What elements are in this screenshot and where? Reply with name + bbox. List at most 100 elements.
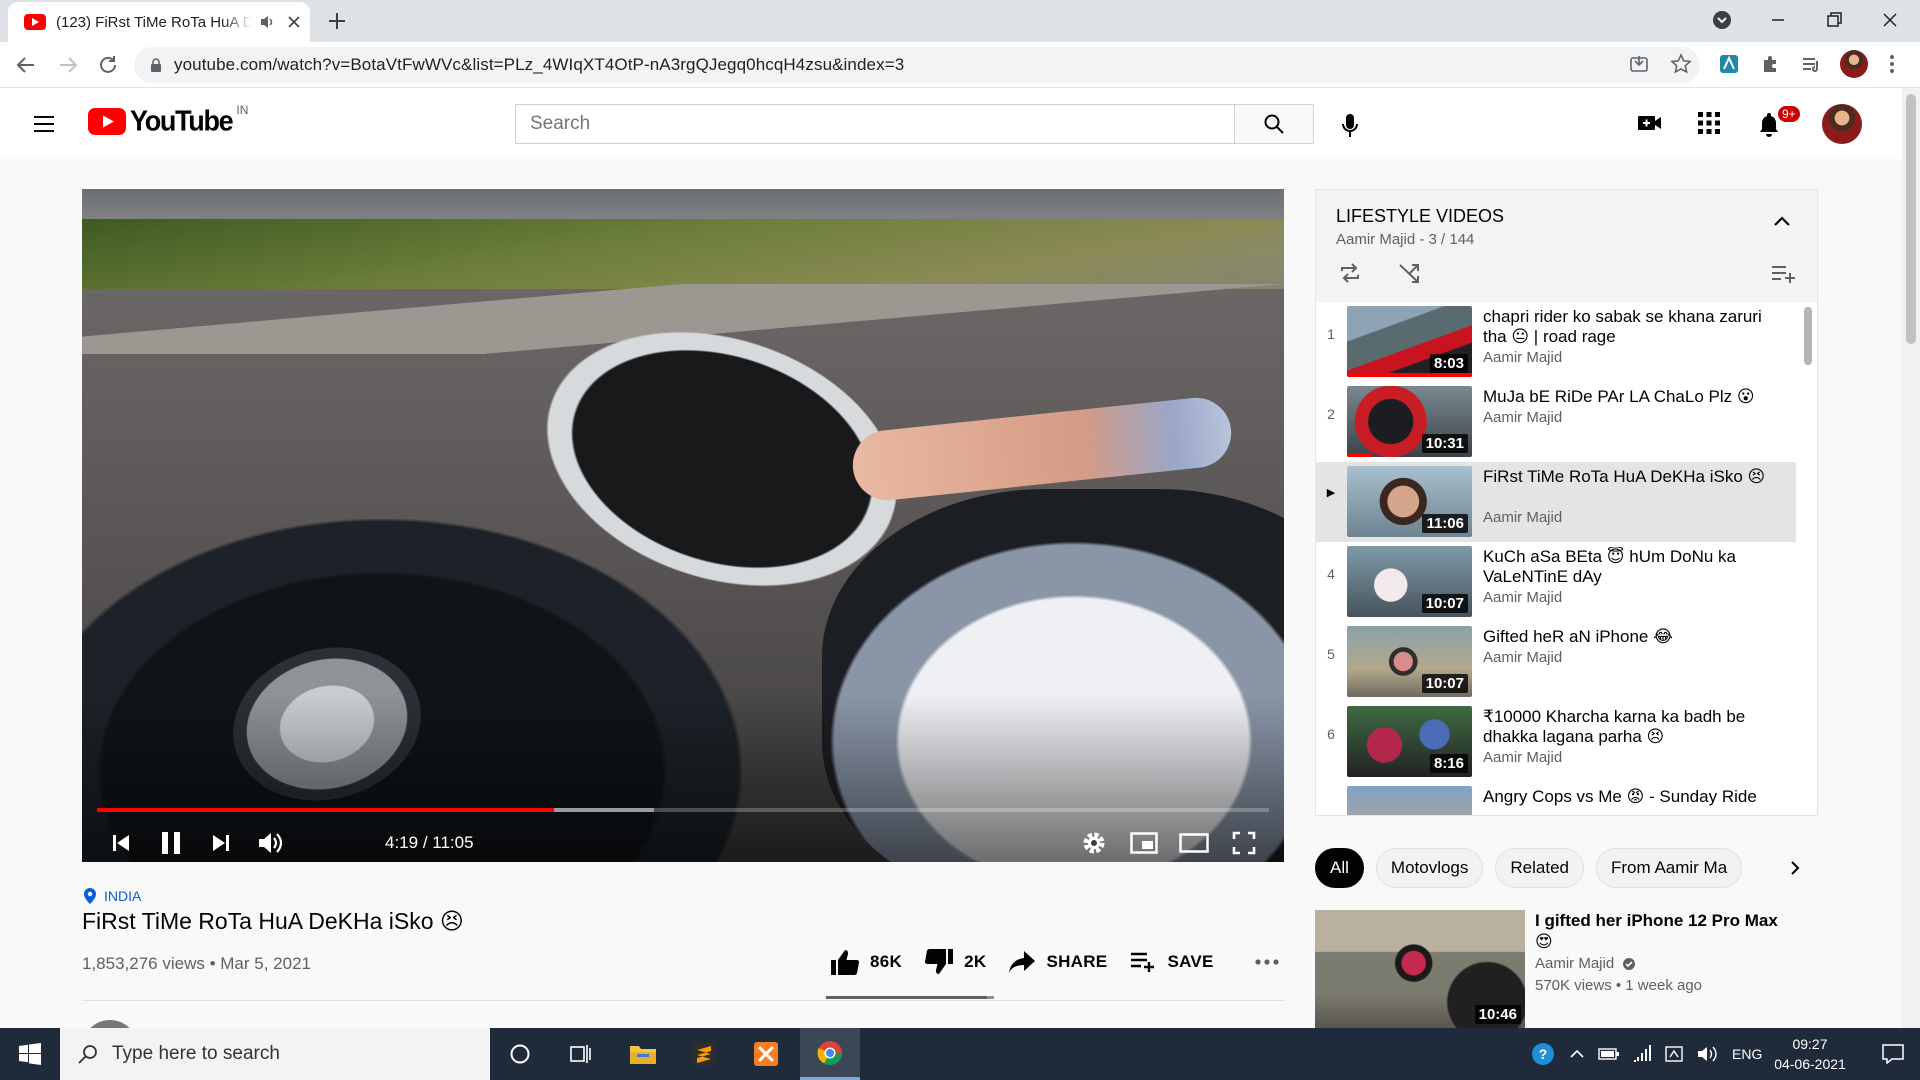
- volume-icon[interactable]: [1696, 1045, 1718, 1063]
- share-button[interactable]: SHARE: [1008, 950, 1107, 974]
- playlist-scrollbar[interactable]: [1804, 307, 1812, 365]
- video-player[interactable]: 4:19 / 11:05: [82, 189, 1284, 862]
- save-playlist-icon[interactable]: [1771, 264, 1797, 284]
- playlist-item[interactable]: Angry Cops vs Me 😡 - Sunday Ride: [1316, 782, 1796, 815]
- extensions-puzzle-icon[interactable]: [1760, 53, 1782, 75]
- windows-logo-icon: [19, 1043, 41, 1065]
- playlist-item-thumbnail[interactable]: 10:07: [1347, 626, 1472, 697]
- close-window-icon[interactable]: [1878, 8, 1902, 32]
- page-scrollbar-thumb[interactable]: [1906, 94, 1916, 344]
- extension-translate-icon[interactable]: [1718, 53, 1740, 75]
- playlist-item-thumbnail[interactable]: 8:03: [1347, 306, 1472, 377]
- reload-icon[interactable]: [96, 53, 120, 77]
- fullscreen-button[interactable]: [1224, 823, 1264, 862]
- wifi-icon[interactable]: [1632, 1045, 1652, 1063]
- miniplayer-button[interactable]: [1124, 823, 1164, 862]
- file-explorer-app[interactable]: [613, 1028, 673, 1080]
- close-tab-icon[interactable]: [288, 16, 300, 28]
- apps-grid-icon[interactable]: [1697, 111, 1721, 135]
- shuffle-playlist-icon[interactable]: [1398, 262, 1422, 284]
- tray-overflow-chevron-icon[interactable]: [1570, 1049, 1584, 1059]
- like-button[interactable]: 86K: [830, 948, 902, 976]
- xampp-app[interactable]: [736, 1028, 796, 1080]
- start-button[interactable]: [0, 1028, 60, 1080]
- theater-mode-button[interactable]: [1174, 823, 1214, 862]
- now-playing-indicator: ▶: [1326, 487, 1336, 499]
- bookmark-star-icon[interactable]: [1670, 53, 1692, 75]
- playlist-item-thumbnail[interactable]: 10:07: [1347, 546, 1472, 617]
- playlist-title[interactable]: LIFESTYLE VIDEOS: [1336, 206, 1504, 227]
- url-text: youtube.com/watch?v=BotaVtFwWVc&list=PLz…: [174, 55, 905, 74]
- forward-arrow-icon[interactable]: [56, 53, 80, 77]
- playlist-item-thumbnail[interactable]: 10:31: [1347, 386, 1472, 457]
- install-app-icon[interactable]: [1628, 53, 1650, 75]
- playlist-item[interactable]: 6 8:16 ₹10000 Kharcha karna ka badh be dha…: [1316, 702, 1796, 782]
- chips-next-button[interactable]: [1775, 848, 1815, 888]
- filter-chip[interactable]: Related: [1495, 848, 1584, 888]
- media-queue-icon[interactable]: [1800, 53, 1822, 75]
- related-video[interactable]: 10:46 I gifted her iPhone 12 Pro Max 😍 A…: [1315, 910, 1815, 1028]
- video-location[interactable]: INDIA: [84, 888, 141, 904]
- dislike-button[interactable]: 2K: [924, 948, 986, 976]
- browser-menu-icon[interactable]: [1888, 53, 1896, 75]
- action-center-button[interactable]: [1866, 1028, 1920, 1080]
- minimize-window-icon[interactable]: [1766, 8, 1790, 32]
- playlist-item[interactable]: 4 10:07 KuCh aSa BEta 😇 hUm DoNu ka VaLeNT…: [1316, 542, 1796, 622]
- search-button[interactable]: [1234, 104, 1314, 144]
- tab-search-icon[interactable]: [1710, 8, 1734, 32]
- settings-button[interactable]: [1074, 823, 1114, 862]
- mute-button[interactable]: [251, 823, 291, 862]
- back-arrow-icon[interactable]: [14, 53, 38, 77]
- playlist-item-thumbnail[interactable]: [1347, 786, 1472, 815]
- search-input[interactable]: [515, 104, 1235, 144]
- loop-playlist-icon[interactable]: [1338, 262, 1362, 284]
- battery-icon[interactable]: [1598, 1047, 1620, 1061]
- video-progress-bar[interactable]: [97, 808, 1269, 812]
- playlist-item[interactable]: 2 10:31 MuJa bE RiDe PAr LA ChaLo Plz 😮 Aam…: [1316, 382, 1796, 462]
- new-tab-button[interactable]: [326, 10, 348, 32]
- task-view-button[interactable]: [550, 1028, 610, 1080]
- collapse-playlist-icon[interactable]: [1774, 216, 1790, 226]
- browser-tab-active[interactable]: (123) FiRst TiMe RoTa HuA DeKHa iSko 😣 -…: [8, 2, 310, 42]
- filter-chip[interactable]: Motovlogs: [1375, 848, 1484, 888]
- playlist-item-duration: 8:03: [1429, 354, 1468, 373]
- account-avatar[interactable]: [1822, 104, 1862, 144]
- taskbar-search-box[interactable]: Type here to search: [60, 1028, 490, 1080]
- playlist-item[interactable]: 1 8:03 chapri rider ko sabak se khana zaru…: [1316, 302, 1796, 382]
- profile-avatar-icon[interactable]: [1840, 50, 1868, 78]
- create-video-icon[interactable]: [1637, 111, 1663, 135]
- action-center-icon: [1882, 1044, 1904, 1064]
- input-language[interactable]: ENG: [1732, 1046, 1762, 1062]
- playlist-item[interactable]: 5 10:07 Gifted heR aN iPhone 😂 Aamir Majid: [1316, 622, 1796, 702]
- playlist-item-index: 6: [1327, 726, 1335, 742]
- save-button[interactable]: SAVE: [1129, 950, 1213, 974]
- next-video-button[interactable]: [201, 823, 241, 862]
- previous-video-button[interactable]: [101, 823, 141, 862]
- pause-button[interactable]: [151, 823, 191, 862]
- restore-window-icon[interactable]: [1822, 8, 1846, 32]
- voice-search-button[interactable]: [1330, 106, 1370, 146]
- address-bar[interactable]: youtube.com/watch?v=BotaVtFwWVc&list=PLz…: [134, 47, 1700, 83]
- cortana-button[interactable]: [490, 1028, 550, 1080]
- filter-chip[interactable]: From Aamir Ma: [1596, 848, 1743, 888]
- taskbar-clock[interactable]: 09:27 04-06-2021: [1760, 1034, 1860, 1074]
- playlist-item-title: KuCh aSa BEta 😇 hUm DoNu ka VaLeNTinE dA…: [1483, 547, 1736, 586]
- related-video-thumbnail[interactable]: 10:46: [1315, 910, 1525, 1028]
- page-scrollbar[interactable]: [1902, 88, 1920, 1028]
- tab-audio-icon[interactable]: [260, 15, 276, 29]
- playlist-item-thumbnail[interactable]: 8:16: [1347, 706, 1472, 777]
- filter-chip[interactable]: All: [1315, 848, 1364, 888]
- youtube-logo[interactable]: YouTube IN: [88, 103, 248, 137]
- playlist-item-thumbnail[interactable]: 11:06: [1347, 466, 1472, 537]
- sublime-text-app[interactable]: [674, 1028, 734, 1080]
- network-meter-icon[interactable]: [1664, 1045, 1684, 1063]
- playlist-item-index: 2: [1327, 406, 1335, 422]
- chrome-app[interactable]: [800, 1028, 860, 1080]
- cortana-circle-icon: [510, 1044, 530, 1064]
- related-video-title[interactable]: I gifted her iPhone 12 Pro Max 😍: [1535, 910, 1795, 952]
- more-actions-button[interactable]: [1254, 958, 1290, 966]
- hamburger-menu-icon[interactable]: [32, 112, 56, 136]
- help-icon[interactable]: ?: [1530, 1041, 1556, 1067]
- related-video-channel[interactable]: Aamir Majid: [1535, 955, 1636, 972]
- playlist-item[interactable]: ▶ 11:06 FiRst TiMe RoTa HuA DeKHa iSko 😣 Aa…: [1316, 462, 1796, 542]
